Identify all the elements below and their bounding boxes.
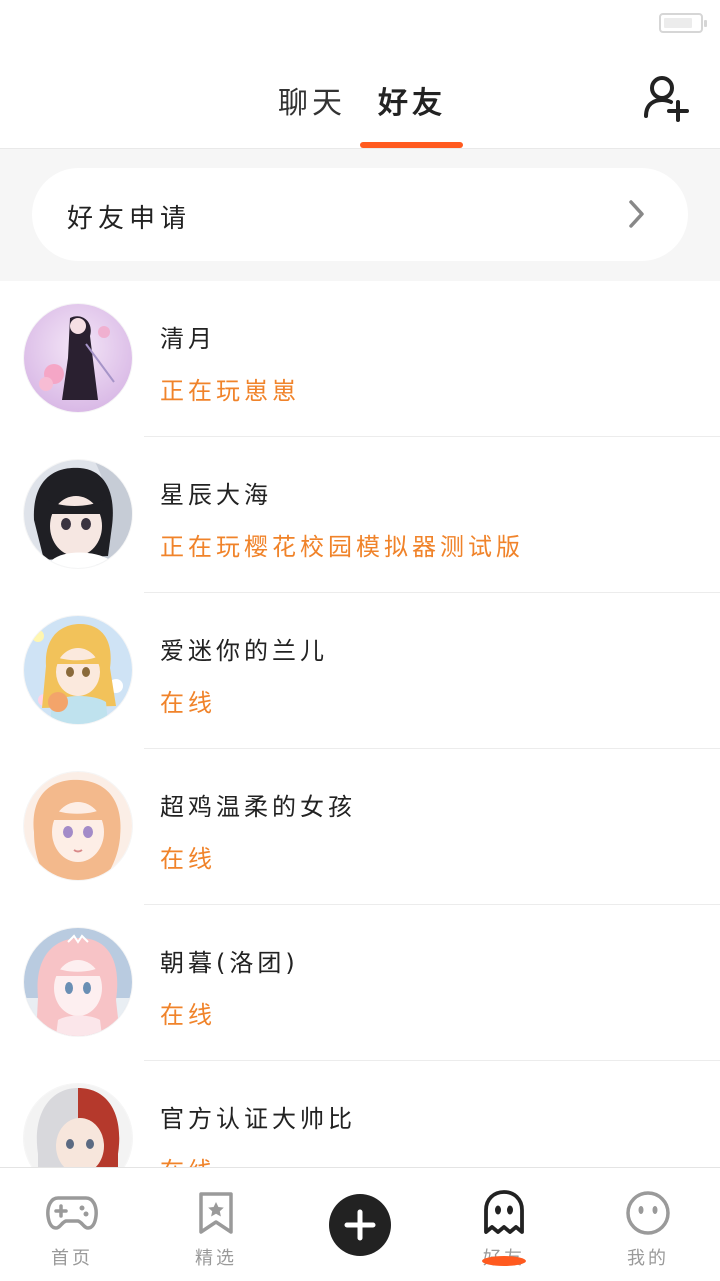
- nav-featured[interactable]: 精选: [144, 1168, 288, 1281]
- gamepad-icon: [46, 1196, 98, 1230]
- top-header: 聊天 好友: [0, 48, 720, 149]
- friend-name: 官方认证大帅比: [160, 1105, 356, 1133]
- nav-label: 我的: [627, 1248, 669, 1269]
- add-user-icon[interactable]: [640, 72, 692, 124]
- bookmark-star-icon: [199, 1192, 233, 1234]
- friend-row[interactable]: 官方认证大帅比 在线: [0, 1061, 720, 1167]
- smiley-face-icon: [626, 1191, 670, 1235]
- friend-status: 正在玩樱花校园模拟器测试版: [160, 533, 524, 561]
- friend-request-label: 好友申请: [67, 204, 192, 234]
- ghost-icon: [484, 1190, 524, 1234]
- active-nav-indicator: [482, 1256, 526, 1266]
- friend-status: 在线: [160, 1151, 216, 1167]
- tab-friends[interactable]: 好友: [378, 78, 446, 122]
- friend-list[interactable]: 清月 正在玩崽崽 星辰大海 正在玩樱花校园模拟器测试版 爱迷你的兰儿 在线 超鸡…: [0, 281, 720, 1167]
- friend-status: 正在玩崽崽: [160, 377, 300, 405]
- friend-status: 在线: [160, 689, 216, 717]
- avatar[interactable]: [24, 1084, 132, 1167]
- friend-name: 朝暮(洛团): [160, 949, 299, 977]
- nav-home[interactable]: 首页: [0, 1168, 144, 1281]
- active-tab-indicator: [360, 142, 463, 148]
- avatar[interactable]: [24, 928, 132, 1036]
- friend-name: 清月: [160, 325, 216, 353]
- tab-chat[interactable]: 聊天: [278, 78, 346, 122]
- avatar[interactable]: [24, 772, 132, 880]
- plus-icon: [344, 1209, 376, 1241]
- friend-row[interactable]: 爱迷你的兰儿 在线: [0, 593, 720, 749]
- friend-request-button[interactable]: 好友申请: [32, 168, 688, 261]
- friend-name: 星辰大海: [160, 481, 272, 509]
- avatar[interactable]: [24, 304, 132, 412]
- friend-row[interactable]: 超鸡温柔的女孩 在线: [0, 749, 720, 905]
- chevron-right-icon: [629, 200, 644, 228]
- avatar[interactable]: [24, 616, 132, 724]
- friend-status: 在线: [160, 845, 216, 873]
- friend-status: 在线: [160, 1001, 216, 1029]
- avatar[interactable]: [24, 460, 132, 568]
- friend-name: 超鸡温柔的女孩: [160, 793, 356, 821]
- friend-row[interactable]: 朝暮(洛团) 在线: [0, 905, 720, 1061]
- friend-name: 爱迷你的兰儿: [160, 637, 328, 665]
- friend-row[interactable]: 星辰大海 正在玩樱花校园模拟器测试版: [0, 437, 720, 593]
- nav-label: 首页: [51, 1248, 93, 1269]
- create-button[interactable]: [329, 1194, 391, 1256]
- friend-request-section: 好友申请: [0, 149, 720, 281]
- nav-me[interactable]: 我的: [576, 1168, 720, 1281]
- nav-label: 精选: [195, 1248, 237, 1269]
- status-bar: [0, 0, 720, 48]
- friend-row[interactable]: 清月 正在玩崽崽: [0, 281, 720, 437]
- battery-icon: [659, 13, 707, 33]
